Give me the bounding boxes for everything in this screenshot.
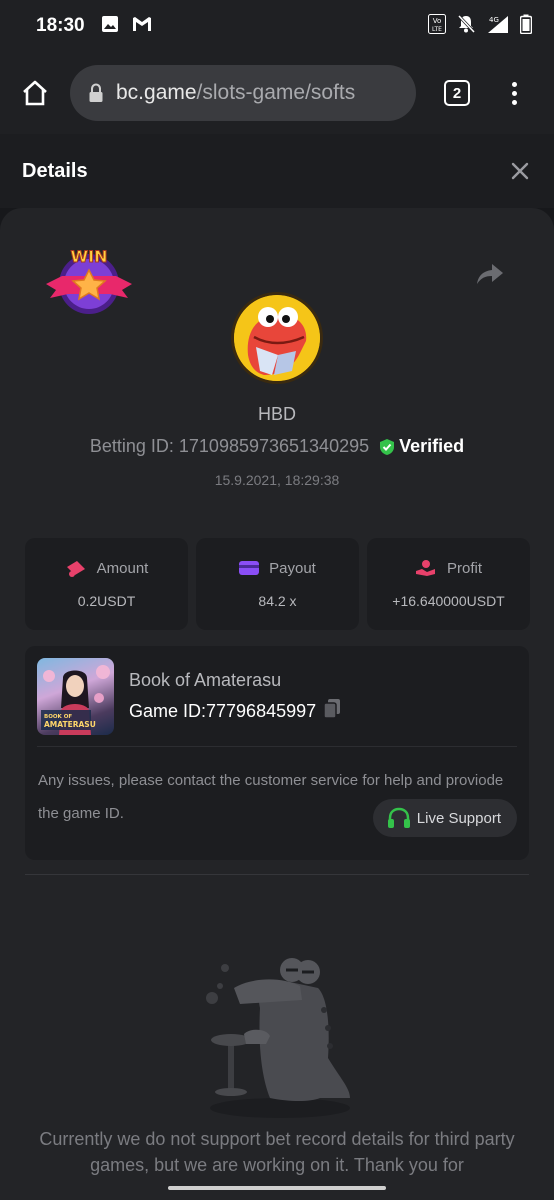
betting-id-row: Betting ID: 1710985973651340295 Verified: [0, 436, 554, 457]
verified-label: Verified: [399, 436, 465, 456]
volte-icon: Vo LTE: [428, 13, 446, 39]
svg-text:Vo: Vo: [433, 17, 442, 25]
payout-icon: [239, 561, 260, 575]
stat-payout: Payout 84.2 x: [196, 538, 359, 630]
crocodile-mascot-illustration: [200, 948, 360, 1128]
status-bar: 18:30 Vo LTE 4G: [0, 0, 554, 52]
overflow-menu-button[interactable]: [512, 81, 517, 105]
game-id-row: Game ID:77796845997: [129, 698, 342, 725]
home-icon: [23, 80, 47, 106]
bet-details-card: WIN HBD Betting ID: 1710985973651340295 …: [0, 208, 554, 1200]
stats-row: Amount 0.2USDT Payout 84.2 x Profit +16.…: [25, 538, 530, 630]
gmail-icon: [131, 15, 153, 38]
gallery-icon: [101, 15, 119, 38]
more-icon-dot: [512, 99, 517, 105]
more-icon-dot: [512, 90, 517, 96]
svg-text:4G: 4G: [489, 16, 499, 24]
unsupported-message: Currently we do not support bet record d…: [39, 1129, 515, 1175]
details-title: Details: [22, 159, 88, 182]
live-support-button[interactable]: Live Support: [372, 799, 517, 837]
url-path: /slots-game/softs: [196, 81, 356, 104]
svg-text:LTE: LTE: [432, 26, 442, 33]
stat-profit: Profit +16.640000USDT: [367, 538, 530, 630]
tab-switcher-button[interactable]: 2: [444, 80, 470, 106]
avatar: [231, 292, 323, 384]
stat-amount: Amount 0.2USDT: [25, 538, 188, 630]
username: HBD: [257, 404, 296, 424]
stat-payout-value: 84.2 x: [258, 592, 297, 609]
game-name: Book of Amaterasu: [129, 670, 282, 690]
section-divider: [25, 874, 529, 875]
share-icon: [477, 264, 503, 284]
close-icon: [511, 162, 529, 180]
svg-text:WIN: WIN: [71, 247, 108, 266]
browser-toolbar: bc.game/slots-game/softs 2: [0, 52, 554, 134]
betting-id: Betting ID: 1710985973651340295: [89, 436, 370, 456]
stat-profit-label: Profit: [446, 559, 482, 577]
win-badge: WIN: [44, 240, 134, 320]
game-info-box: BOOK OF AMATERASU Book of Amaterasu Game…: [25, 646, 529, 860]
more-icon-dot: [512, 81, 517, 87]
amount-icon: [66, 561, 85, 577]
divider: [37, 746, 517, 747]
details-header: Details: [0, 134, 554, 208]
stat-profit-value: +16.640000USDT: [392, 593, 505, 609]
stat-amount-label: Amount: [96, 559, 149, 577]
svg-text:AMATERASU: AMATERASU: [44, 720, 96, 729]
gesture-navigation-bar[interactable]: [168, 1186, 386, 1190]
copy-icon[interactable]: [322, 698, 342, 725]
shield-check-icon: [380, 438, 395, 455]
close-button[interactable]: [508, 159, 532, 183]
game-thumbnail[interactable]: BOOK OF AMATERASU: [37, 658, 114, 735]
profit-icon: [415, 560, 435, 576]
battery-icon: [519, 14, 533, 39]
verified-badge: Verified: [379, 436, 464, 457]
home-button[interactable]: [0, 79, 70, 107]
status-time: 18:30: [36, 15, 85, 36]
stat-amount-value: 0.2USDT: [77, 593, 136, 609]
mute-icon: [456, 14, 476, 39]
game-id: Game ID:77796845997: [129, 701, 317, 721]
lock-icon: [89, 83, 103, 102]
headset-icon: [387, 807, 410, 828]
share-button[interactable]: [476, 262, 504, 291]
live-support-label: Live Support: [416, 809, 501, 827]
stat-payout-label: Payout: [269, 559, 316, 577]
url-host: bc.game: [116, 81, 197, 104]
signal-icon: 4G: [486, 14, 510, 39]
bet-timestamp: 15.9.2021, 18:29:38: [214, 472, 340, 488]
url-field[interactable]: bc.game/slots-game/softs: [70, 65, 416, 121]
